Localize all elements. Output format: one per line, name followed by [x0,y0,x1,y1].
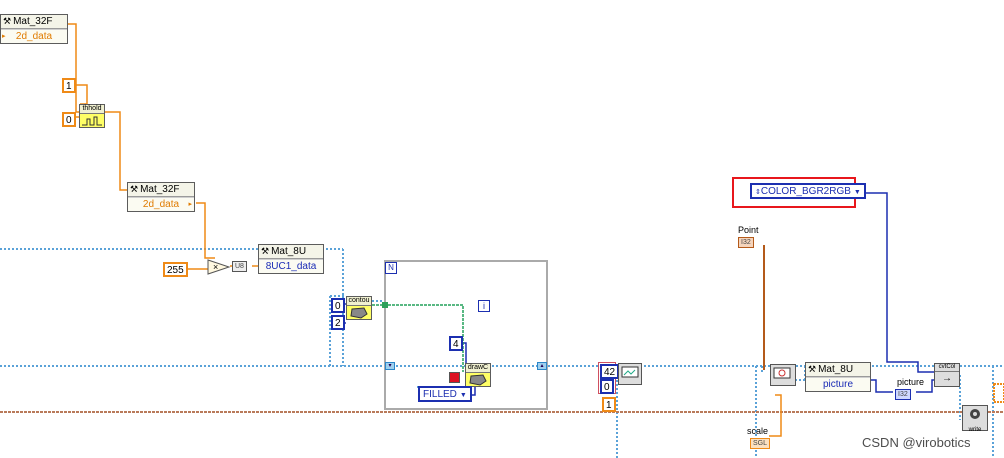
color-box[interactable] [449,372,460,383]
constant-value: 2 [335,318,341,329]
label-text: Point [738,225,759,235]
mat-8u-property-node-right[interactable]: ⚒ Mat_8U picture [805,362,871,392]
multiply-symbol: × [213,262,218,272]
u8-conversion[interactable]: U8 [232,261,247,272]
conversion-type: U8 [235,263,244,270]
class-name: Mat_8U [271,246,307,257]
indicator-type: I32 [741,239,751,246]
class-name: Mat_32F [13,16,53,27]
watermark: CSDN @virobotics [862,435,971,450]
vi-caption: cvtCol [935,364,959,372]
write-vi[interactable]: write [962,405,988,433]
constant-0-contour[interactable]: 0 [331,298,345,313]
class-name: Mat_32F [140,184,180,195]
terminal-letter: N [388,263,394,272]
wrench-icon: ⚒ [808,364,817,374]
cvt-color-vi[interactable]: cvtCol → [934,363,960,387]
mat-8u-property-node-left[interactable]: ⚒ Mat_8U 8UC1_data [258,244,324,274]
point-control[interactable]: I32 [738,237,754,248]
constant-value: 0 [604,382,610,393]
find-contours-vi[interactable]: contou [346,296,372,320]
constant-value: 1 [66,81,72,92]
tunnel-contour [382,302,388,308]
constant-4[interactable]: 4 [449,336,463,351]
color-conversion-enum[interactable]: ⇕COLOR_BGR2RGB ▼ [750,183,866,199]
monitor-icon [773,367,791,379]
arrow-right-icon: → [942,373,952,384]
constant-1-top[interactable]: 1 [62,78,76,93]
constant-value: 0 [335,301,341,312]
constant-value: 255 [167,265,184,276]
monitor-icon [621,366,639,378]
vi-caption: write [968,427,982,433]
mat-32f-property-node-top[interactable]: ⚒ Mat_32F ▸ 2d_data [0,14,68,44]
constant-255[interactable]: 255 [163,262,188,277]
constant-value: 4 [453,339,459,350]
indicator-type: SGL [753,440,768,447]
constant-42[interactable]: 42 [600,364,620,379]
shift-register-right[interactable]: ▴ [537,362,547,370]
property-name: 8UC1_data [265,261,317,272]
loop-count-terminal: N [385,262,397,274]
contour-shape-icon [350,307,368,319]
enum-value: FILLED [423,389,457,400]
dropdown-arrow-icon: ▼ [853,189,861,196]
constant-value: 0 [66,115,72,126]
filled-enum[interactable]: FILLED ▼ [418,386,472,402]
property-name: 2d_data [15,31,53,42]
input-arrow-icon: ▸ [2,33,6,40]
mat-32f-property-node-middle[interactable]: ⚒ Mat_32F 2d_data ▸ [127,182,195,212]
dropdown-arrow-icon: ▼ [459,392,467,399]
output-arrow-icon: ▸ [188,201,192,208]
resize-vi[interactable] [618,363,642,385]
vi-caption: thhold [80,105,104,114]
multiply-function[interactable]: × [207,259,231,275]
class-name: Mat_8U [818,364,854,375]
picture-label: picture [897,377,924,387]
constant-0-top[interactable]: 0 [62,112,76,127]
constant-0-right[interactable]: 0 [600,379,614,394]
draw-vi[interactable] [770,364,796,386]
indicator-type: I32 [898,391,908,398]
vi-caption: drawC [466,364,490,373]
threshold-graph-icon [82,116,102,126]
terminal-letter: i [483,301,485,311]
label-text: scale [747,426,769,436]
camera-icon [970,409,980,419]
shift-register-left[interactable]: ▾ [385,362,395,370]
enum-value: COLOR_BGR2RGB [760,186,851,197]
property-name: picture [822,379,853,390]
wrench-icon: ⚒ [130,184,139,194]
property-name: 2d_data [142,199,180,210]
edge-fragment [993,383,1004,403]
constant-value: 42 [604,367,616,378]
draw-contours-vi[interactable]: drawC [465,363,491,387]
scale-label: scale [747,426,768,436]
threshold-vi[interactable]: thhold [79,104,105,128]
wrench-icon: ⚒ [3,16,12,26]
point-label: Point [738,225,759,235]
picture-indicator[interactable]: I32 [895,389,911,400]
wrench-icon: ⚒ [261,246,270,256]
constant-1-bottom[interactable]: 1 [602,397,616,412]
constant-2-contour[interactable]: 2 [331,315,345,330]
watermark-text: CSDN @virobotics [862,435,971,450]
draw-contour-icon [469,374,487,386]
vi-caption: contou [347,297,371,306]
constant-value: 1 [606,400,612,411]
scale-control[interactable]: SGL [750,438,771,449]
loop-iteration-terminal: i [478,300,490,312]
label-text: picture [897,377,925,387]
